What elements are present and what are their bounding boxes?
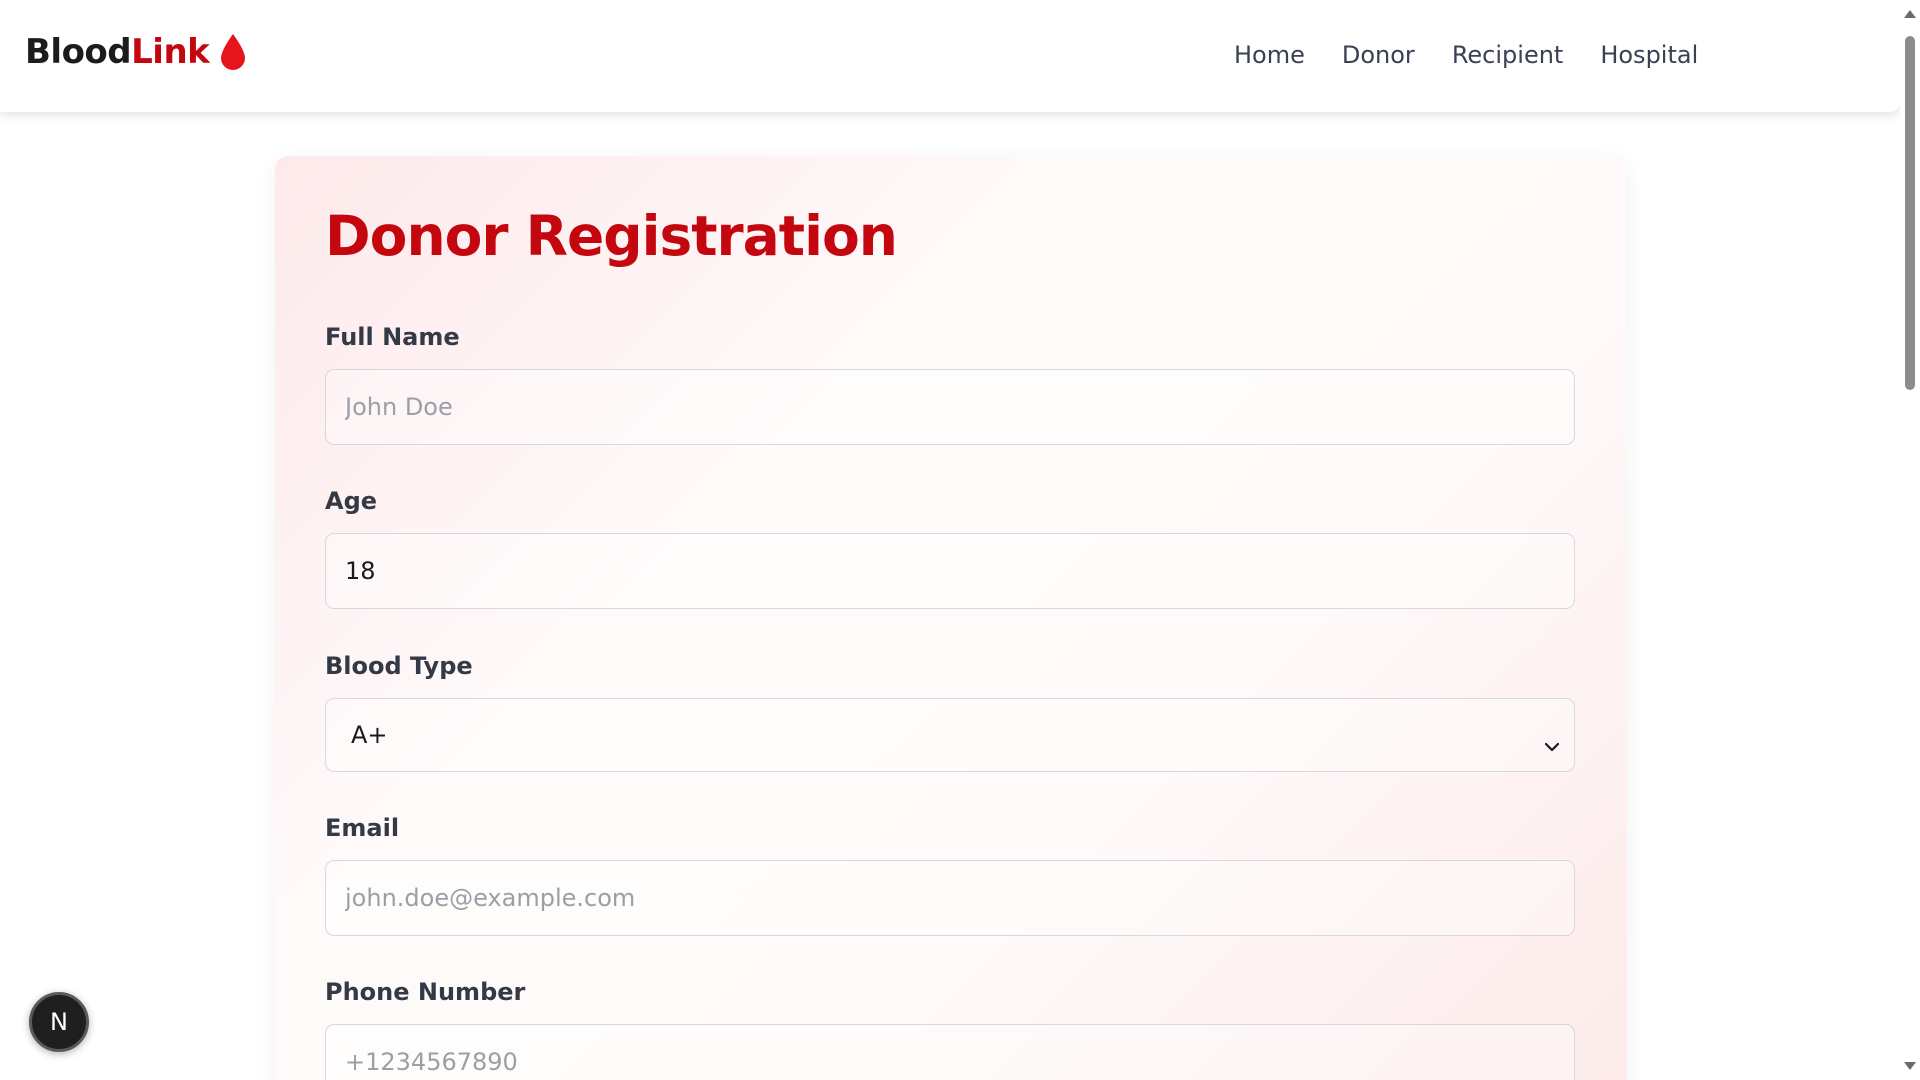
scrollbar-thumb[interactable]: [1905, 36, 1915, 390]
nav-link-recipient[interactable]: Recipient: [1452, 41, 1564, 69]
age-input[interactable]: [325, 533, 1575, 609]
brand-logo[interactable]: Blood Link: [25, 32, 247, 72]
main-nav: Home Donor Recipient Hospital: [1234, 41, 1698, 69]
nav-link-donor[interactable]: Donor: [1342, 41, 1415, 69]
top-navbar: Blood Link Home Donor Recipient Hospital: [0, 0, 1900, 112]
page-title: Donor Registration: [325, 204, 898, 268]
email-label: Email: [325, 814, 400, 842]
brand-name-part2: Link: [131, 32, 210, 72]
nextjs-dev-badge[interactable]: N: [29, 992, 89, 1052]
vertical-scrollbar[interactable]: [1900, 0, 1920, 1080]
scroll-down-arrow-icon[interactable]: [1904, 1062, 1916, 1070]
phone-number-label: Phone Number: [325, 978, 526, 1006]
blood-type-selected-value: A+: [351, 721, 388, 749]
nav-link-hospital[interactable]: Hospital: [1600, 41, 1698, 69]
donor-registration-card: Donor Registration Full Name Age Blood T…: [275, 156, 1627, 1080]
blood-type-label: Blood Type: [325, 652, 473, 680]
brand-name-part1: Blood: [25, 32, 132, 72]
n-letter-icon: N: [50, 1008, 68, 1036]
full-name-label: Full Name: [325, 323, 460, 351]
age-label: Age: [325, 487, 378, 515]
scroll-up-arrow-icon[interactable]: [1904, 10, 1916, 18]
full-name-input[interactable]: [325, 369, 1575, 445]
blood-type-select[interactable]: A+: [325, 698, 1575, 772]
page: Blood Link Home Donor Recipient Hospital …: [0, 0, 1920, 1080]
phone-number-input[interactable]: [325, 1024, 1575, 1080]
blood-drop-icon: [219, 33, 247, 71]
email-input[interactable]: [325, 860, 1575, 936]
nav-link-home[interactable]: Home: [1234, 41, 1305, 69]
chevron-down-icon: [1544, 730, 1560, 752]
